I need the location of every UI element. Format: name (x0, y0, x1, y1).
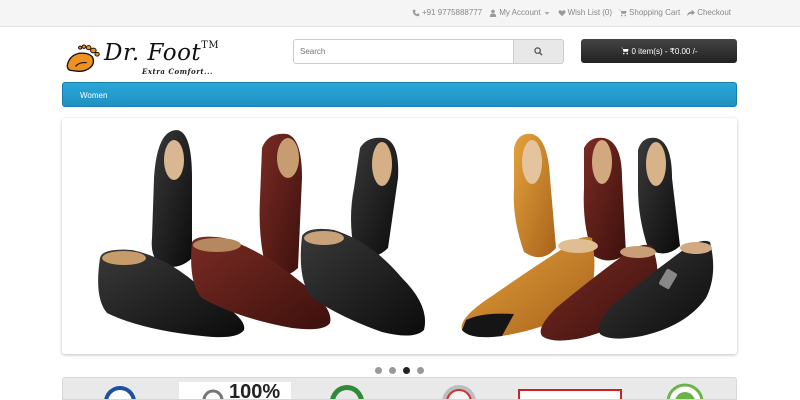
green-seal-badge-icon (666, 383, 704, 399)
search-icon (534, 47, 543, 56)
site-logo[interactable]: Dr. FootTM Extra Comfort... (64, 40, 219, 78)
slide-image-shoes (98, 130, 714, 341)
share-icon (687, 9, 696, 16)
search-input[interactable] (293, 39, 514, 64)
shopping-cart-link[interactable]: Shopping Cart (619, 8, 680, 17)
slide-dot-1[interactable] (375, 367, 382, 374)
slideshow-pagination (375, 367, 424, 374)
round-seal-badge-icon (442, 385, 476, 399)
slide-dot-2[interactable] (389, 367, 396, 374)
shoe-standing-black-2 (351, 137, 399, 257)
slide-dot-4[interactable] (417, 367, 424, 374)
checkout-label: Checkout (697, 8, 731, 17)
phone-link[interactable]: +91 9775888777 (412, 8, 482, 17)
main-menu: Women (62, 82, 737, 107)
phone-icon (412, 9, 420, 16)
shoe-standing-burgundy (259, 133, 302, 276)
logo-brand-name: Dr. FootTM (104, 40, 220, 66)
wishlist-label: Wish List (0) (567, 8, 613, 17)
cart-icon (619, 9, 627, 16)
cart-icon (620, 47, 629, 55)
caret-down-icon (544, 11, 549, 15)
shoe-standing-black-1 (151, 130, 192, 267)
user-icon (490, 9, 497, 17)
foot-logo-icon (66, 44, 100, 72)
hero-slideshow[interactable] (62, 118, 737, 354)
guarantee-badge-icon (104, 386, 136, 399)
my-account-label: My Account (499, 8, 541, 17)
slide-dot-3[interactable] (403, 367, 410, 374)
search-group (293, 39, 564, 64)
logo-tagline: Extra Comfort... (142, 67, 213, 76)
heart-icon (558, 9, 566, 16)
trust-badges-strip: 100% (62, 377, 737, 400)
hundred-percent-text: 100% (229, 381, 280, 400)
phone-number: +91 9775888777 (421, 8, 483, 17)
on-time-badge-icon (330, 385, 364, 399)
trademark-mark: TM (201, 40, 220, 51)
cart-total-label: 0 item(s) - ₹0.00 /- (631, 46, 698, 56)
checkout-link[interactable]: Checkout (687, 8, 731, 17)
cart-button[interactable]: 0 item(s) - ₹0.00 /- (581, 39, 737, 63)
shoe-standing-tan (513, 133, 556, 258)
trust-badges: 100% (104, 381, 704, 400)
red-label-badge-icon (518, 389, 622, 399)
shoe-standing-black-monk (638, 137, 680, 254)
my-account-link[interactable]: My Account (489, 8, 550, 17)
top-links: +91 9775888777 My Account Wish List (0) … (412, 8, 731, 17)
top-bar: +91 9775888777 My Account Wish List (0) … (0, 0, 800, 27)
hundred-percent-badge-icon: 100% (179, 381, 291, 400)
wishlist-link[interactable]: Wish List (0) (558, 8, 612, 17)
shopping-cart-label: Shopping Cart (629, 8, 681, 17)
menu-item-women[interactable]: Women (80, 91, 107, 100)
search-button[interactable] (513, 39, 564, 64)
